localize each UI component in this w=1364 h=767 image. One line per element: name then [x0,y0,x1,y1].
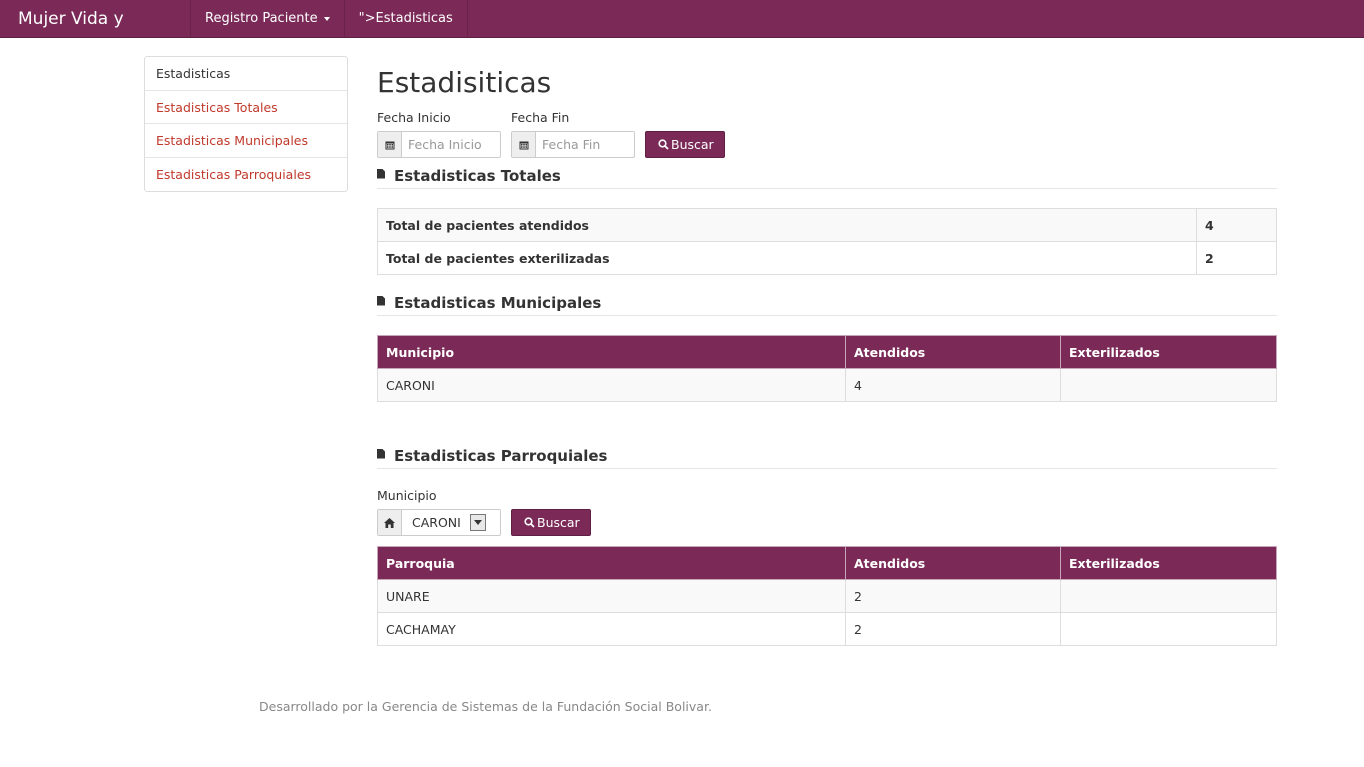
fecha-fin-group [511,131,635,158]
buscar-municipio-button[interactable]: Buscar [511,509,591,536]
cell-atendidos: 2 [845,612,1061,646]
column-header-municipio: Municipio [377,335,846,369]
parroquiales-title: Estadisticas Parroquiales [394,446,608,465]
column-header-atendidos: Atendidos [845,546,1061,580]
table-header-row: Parroquia Atendidos Exterilizados [377,546,1277,580]
cell-exterilizados [1060,612,1277,646]
sidebar-item-totales[interactable]: Estadisticas Totales [145,91,347,124]
file-icon [377,168,385,179]
municipio-selected: CARONI [412,515,461,530]
date-filters: Fecha Inicio Fecha Fin Buscar [377,110,1277,158]
buscar-fechas-button[interactable]: Buscar [645,131,725,158]
totales-row-value: 2 [1196,241,1277,275]
brand-title[interactable]: Mujer Vida y Futuro [0,0,191,67]
buscar-municipio-label: Buscar [537,515,580,530]
sidebar-item-parroquiales[interactable]: Estadisticas Parroquiales [145,158,347,192]
parroquiales-table: Parroquia Atendidos Exterilizados UNARE … [377,546,1277,646]
nav-estadisticas[interactable]: ">Estadisticas [345,0,468,37]
totales-row-label: Total de pacientes atendidos [377,208,1197,242]
fecha-inicio-field: Fecha Inicio [377,110,501,158]
fecha-inicio-label: Fecha Inicio [377,110,451,125]
municipales-section-title: Estadisticas Municipales [377,290,1277,316]
column-header-parroquia: Parroquia [377,546,846,580]
home-icon [378,510,402,535]
table-row: Total de pacientes exterilizadas 2 [377,241,1277,275]
column-header-exterilizados: Exterilizados [1060,335,1277,369]
fecha-fin-input[interactable] [536,132,634,157]
municipales-table: Municipio Atendidos Exterilizados CARONI… [377,335,1277,402]
table-row: UNARE 2 [377,579,1277,613]
cell-parroquia: UNARE [377,579,846,613]
caret-down-icon [323,16,330,21]
cell-parroquia: CACHAMAY [377,612,846,646]
main-content: Estadisiticas Fecha Inicio Fecha Fin Bus… [377,60,1277,646]
search-icon [524,517,535,528]
sidebar-item-municipales[interactable]: Estadisticas Municipales [145,124,347,158]
nav-estadisticas-label: ">Estadisticas [358,10,453,26]
table-row: CACHAMAY 2 [377,612,1277,646]
footer-text: Desarrollado por la Gerencia de Sistemas… [259,699,712,714]
column-header-atendidos: Atendidos [845,335,1061,369]
fecha-inicio-input[interactable] [402,132,500,157]
top-navbar: Mujer Vida y Futuro Registro Paciente ">… [0,0,1364,67]
sidebar: Estadisticas Estadisticas Totales Estadi… [144,56,348,192]
totales-title: Estadisticas Totales [394,166,561,185]
parroquiales-section-title: Estadisticas Parroquiales [377,443,1277,469]
nav-registro-label: Registro Paciente [205,10,318,26]
municipio-label: Municipio [377,488,437,503]
column-header-exterilizados: Exterilizados [1060,546,1277,580]
table-header-row: Municipio Atendidos Exterilizados [377,335,1277,369]
table-row: Total de pacientes atendidos 4 [377,208,1277,242]
buscar-fechas-label: Buscar [671,137,714,152]
calendar-icon[interactable] [512,132,536,157]
totales-section-title: Estadisticas Totales [377,163,1277,189]
totales-row-label: Total de pacientes exterilizadas [377,241,1197,275]
search-icon [658,139,669,150]
calendar-icon[interactable] [378,132,402,157]
totales-table: Total de pacientes atendidos 4 Total de … [377,208,1277,275]
cell-exterilizados [1060,368,1277,402]
totales-row-value: 4 [1196,208,1277,242]
municipio-filter: Municipio CARONI Buscar [377,488,1277,536]
municipio-field: Municipio CARONI [377,488,501,536]
file-icon [377,295,385,306]
fecha-fin-label: Fecha Fin [511,110,570,125]
cell-municipio: CARONI [377,368,846,402]
chevron-down-icon[interactable] [470,514,486,531]
fecha-inicio-group [377,131,501,158]
page-title: Estadisiticas [377,66,552,99]
municipio-select[interactable]: CARONI [377,509,501,536]
cell-exterilizados [1060,579,1277,613]
fecha-fin-field: Fecha Fin [511,110,635,158]
cell-atendidos: 2 [845,579,1061,613]
sidebar-header: Estadisticas [145,57,347,91]
municipio-select-value[interactable]: CARONI [402,510,500,535]
cell-atendidos: 4 [845,368,1061,402]
municipales-title: Estadisticas Municipales [394,293,602,312]
nav-registro-paciente[interactable]: Registro Paciente [191,0,345,37]
file-icon [377,448,385,459]
table-row: CARONI 4 [377,368,1277,402]
